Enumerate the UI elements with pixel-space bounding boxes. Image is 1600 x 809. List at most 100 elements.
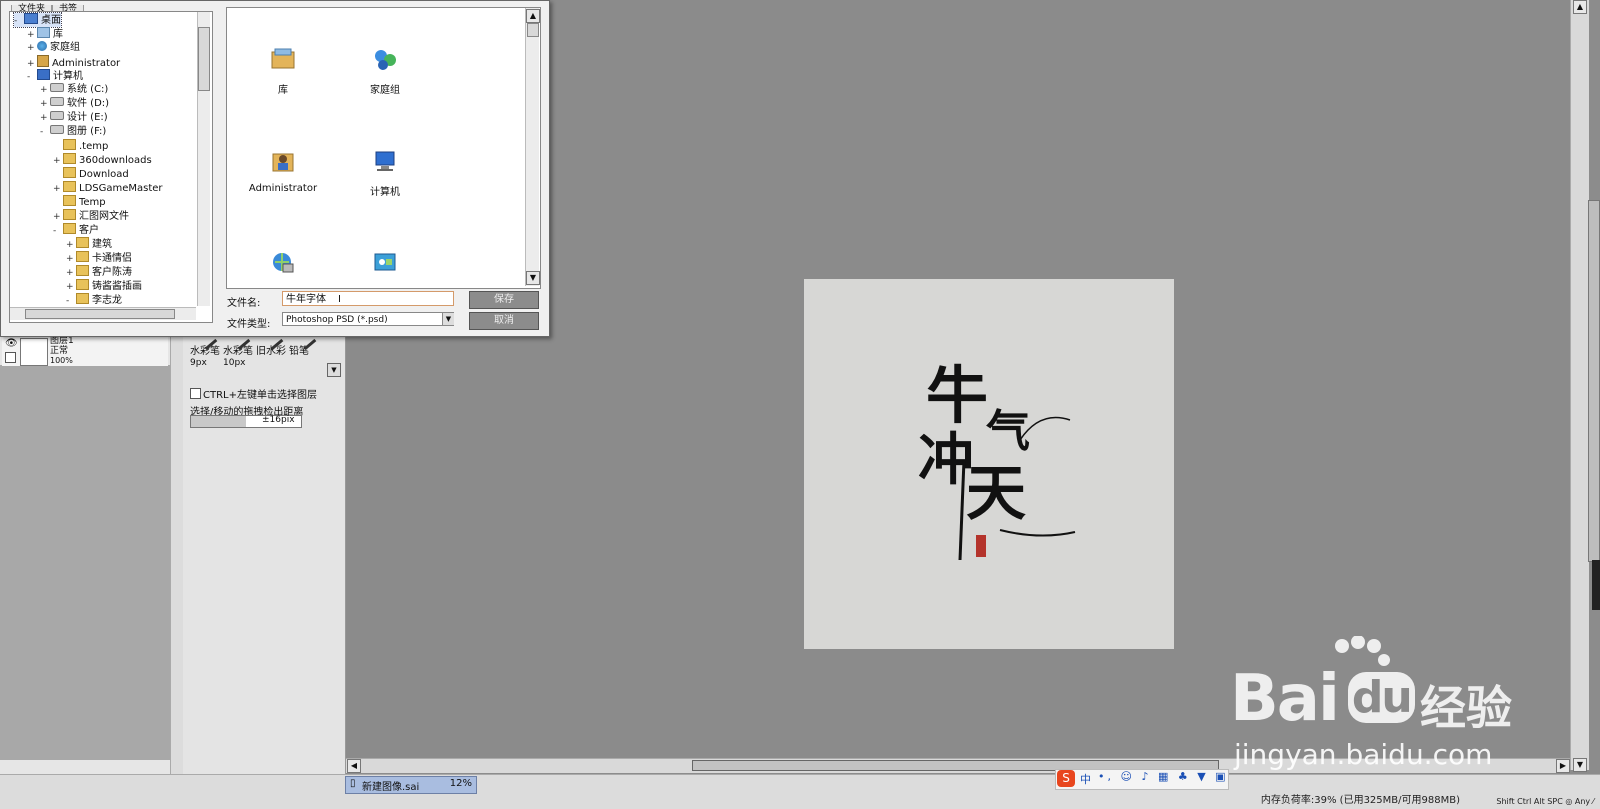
expand-icon[interactable]: + [27,28,37,42]
select-move-slider-fill [191,416,246,427]
folder-tree-item[interactable]: + 铸酱酱插画 [66,279,142,293]
folder-tree-item[interactable]: + Administrator [27,55,120,69]
brush-watercolor-9[interactable]: 水彩笔 9px [190,338,222,376]
grid-item-control-panel[interactable] [335,250,435,285]
brush-old-watercolor[interactable]: 旧水彩 [256,338,288,376]
filetype-select[interactable]: Photoshop PSD (*.psd) [282,312,454,326]
eye-icon[interactable]: 👁 [5,338,18,350]
brush-pencil[interactable]: 铅笔 [289,338,321,376]
folder-tree-label: 设计 (E:) [67,112,108,123]
ctrl-select-option[interactable]: CTRL+左键单击选择图层 [190,386,317,401]
folder-tree-item[interactable]: + LDSGameMaster [53,181,163,195]
folder-tree-item[interactable]: - 图册 (F:) [40,125,106,139]
brush-icon [303,338,317,351]
folder-tree-label: 软件 (D:) [67,98,110,109]
dialog-tabs: 文件夹 书签 [11,1,85,14]
user-folder-icon [37,55,49,67]
expand-icon[interactable]: + [53,154,63,168]
folder-tree-item[interactable]: +360downloads [53,153,152,167]
folder-tree-label: 桌面 [41,15,61,26]
folder-tree-item[interactable]: + 建筑 [66,237,112,251]
folder-tree-item[interactable]: + 设计 (E:) [40,111,108,125]
folder-tree-item[interactable]: Download [53,167,129,181]
layer-list[interactable] [0,365,170,760]
control-panel-icon [374,253,396,271]
folder-tree-item[interactable]: + 系统 (C:) [40,83,108,97]
document-tab-name: 新建图像.sai [362,782,420,793]
layer-name: 图层1 [50,336,74,346]
expand-icon[interactable]: + [27,41,37,55]
folder-tree-item[interactable]: .temp [53,139,108,153]
file-grid[interactable]: 库 家庭组 Administrator 计算机 [226,7,541,289]
folder-tree-item[interactable]: + 库 [27,27,63,41]
folder-tree-scroll-thumb[interactable] [198,27,210,91]
collapse-icon[interactable]: - [53,224,63,238]
grid-item-library[interactable]: 库 [233,46,333,96]
expand-icon[interactable]: + [53,210,63,224]
expand-icon[interactable]: + [66,238,76,252]
folder-tree-item[interactable]: - 李志龙 [66,293,122,307]
collapse-icon[interactable]: - [14,14,24,28]
layer-lock-checkbox[interactable] [5,352,16,363]
text-cursor-icon: I [338,294,341,305]
library-icon [37,27,50,38]
scroll-down-icon[interactable]: ▼ [526,271,540,285]
folder-tree-item[interactable]: + 软件 (D:) [40,97,109,111]
scroll-left-icon[interactable]: ◀ [347,759,361,773]
chevron-down-icon[interactable]: ▼ [327,363,341,377]
expand-icon[interactable]: + [53,182,63,196]
layer-panel-vertical-scrollbar[interactable] [170,330,183,774]
layer-thumbnail[interactable] [20,338,48,366]
folder-tree-horizontal-thumb[interactable] [25,309,175,319]
folder-tree-item[interactable]: - 客户 [53,223,99,237]
ime-toolbar-icons[interactable]: •, ☺ ♪ ▦ ♣ ▼ ▣ [1098,770,1229,783]
filename-input[interactable]: 牛年字体 I [282,291,454,306]
grid-item-homegroup[interactable]: 家庭组 [335,46,435,96]
folder-icon [76,237,89,248]
grid-item-network[interactable] [233,250,333,285]
computer-icon [37,69,50,80]
canvas-vertical-scrollbar[interactable] [1570,0,1589,770]
folder-tree-item[interactable]: + 家庭组 [27,41,80,55]
expand-icon[interactable]: + [66,252,76,266]
folder-tree-item[interactable]: - 桌面 [13,12,62,28]
brush-watercolor-10[interactable]: 水彩笔 10px [223,338,255,376]
canvas-vertical-scroll-thumb[interactable] [1588,200,1600,562]
expand-icon[interactable]: + [40,83,50,97]
document-icon: ▯ [350,778,356,789]
folder-tree-label: 360downloads [79,155,152,166]
folder-icon [63,139,76,150]
folder-tree-item[interactable]: + 客户陈涛 [66,265,132,279]
collapse-icon[interactable]: - [40,125,50,139]
chevron-down-icon[interactable]: ▼ [442,313,454,325]
folder-tree-item[interactable]: + 卡通情侣 [66,251,132,265]
folder-tree[interactable]: - 桌面 + 库 + 家庭组 + Administrator - 计算机 + 系统 (C:) + 软件 (… [9,11,213,323]
drive-icon [50,111,64,120]
ctrl-select-checkbox[interactable] [190,388,201,399]
ime-mode[interactable]: 中 [1080,771,1091,787]
folder-tree-item[interactable]: + 汇图网文件 [53,209,129,223]
grid-item-administrator[interactable]: Administrator [233,148,333,194]
cancel-button[interactable]: 取消 [469,312,539,330]
folder-tree-label: LDSGameMaster [79,183,163,194]
folder-tree-item[interactable]: Temp [53,195,106,209]
expand-icon[interactable]: + [66,266,76,280]
collapse-icon[interactable]: - [27,70,37,84]
file-grid-scroll-thumb[interactable] [527,23,539,37]
expand-icon[interactable]: + [40,111,50,125]
expand-icon[interactable]: + [66,280,76,294]
file-grid-vertical-scrollbar[interactable] [525,8,539,286]
sogou-logo-icon[interactable]: S [1057,770,1075,787]
collapse-icon[interactable]: - [66,294,76,308]
expand-icon[interactable]: + [40,97,50,111]
scroll-down-icon[interactable]: ▼ [1573,758,1587,772]
document-tab-zoom: 12% [449,778,472,789]
scroll-up-icon[interactable]: ▲ [1573,0,1587,14]
scroll-up-icon[interactable]: ▲ [526,9,540,23]
watermark-brand: Bai du [1230,662,1415,736]
grid-item-computer[interactable]: 计算机 [335,148,435,198]
document-tab[interactable]: ▯ 新建图像.sai 12% [345,776,477,794]
scroll-right-icon[interactable]: ▶ [1556,759,1570,773]
save-button[interactable]: 保存 [469,291,539,309]
folder-tree-item[interactable]: - 计算机 [27,69,83,83]
